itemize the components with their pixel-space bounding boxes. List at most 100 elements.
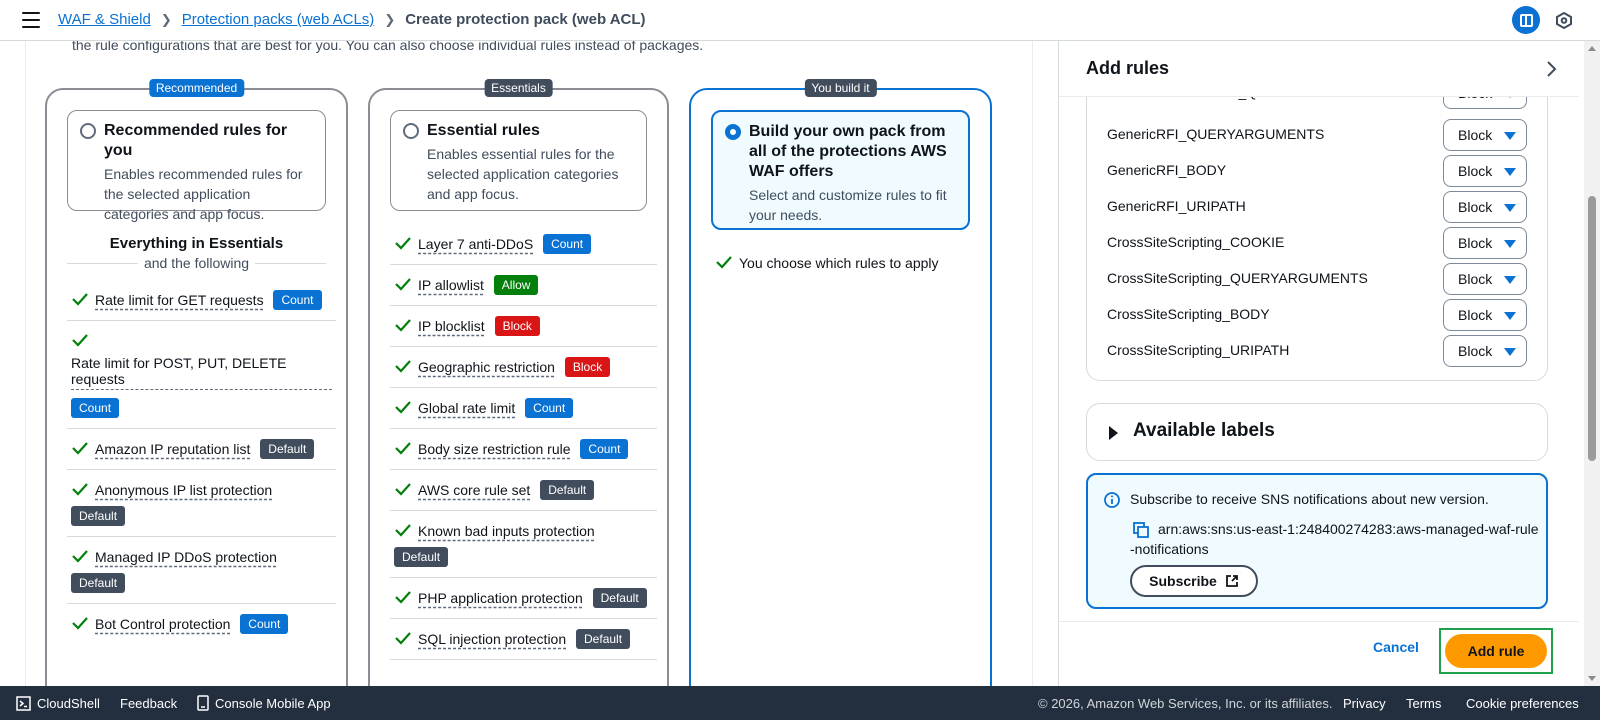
count-tag: Count [580, 439, 629, 459]
feature-name[interactable]: Bot Control protection [95, 616, 230, 632]
default-tag: Default [260, 439, 315, 459]
breadcrumb: WAF & Shield ❯ Protection packs (web ACL… [58, 11, 646, 28]
rule-row: CrossSiteScripting_COOKIE Block [1107, 225, 1527, 261]
option-description: Enables recommended rules for the select… [104, 166, 303, 222]
feature-name: You choose which rules to apply [739, 255, 939, 271]
feedback-link[interactable]: Feedback [120, 696, 177, 711]
check-icon [395, 632, 411, 645]
rule-action-select[interactable]: Block [1443, 263, 1527, 295]
option-title: Build your own pack from all of the prot… [749, 123, 947, 180]
custom-option-card[interactable]: Build your own pack from all of the prot… [711, 110, 970, 230]
panel-footer-divider [1059, 621, 1579, 622]
rules-list-box: RestrictedExtensions_QUERYARGUMENTS Bloc… [1086, 77, 1548, 381]
subscribe-button[interactable]: Subscribe [1130, 565, 1258, 597]
panel-toggle-icon[interactable] [1512, 6, 1540, 34]
info-icon [1104, 492, 1120, 508]
rule-action-select[interactable]: Block [1443, 227, 1527, 259]
feature-name[interactable]: SQL injection protection [418, 631, 566, 647]
scroll-down-arrow[interactable] [1588, 676, 1596, 681]
check-icon [395, 237, 411, 250]
recommended-radio[interactable] [80, 123, 96, 139]
breadcrumb-protection-packs[interactable]: Protection packs (web ACLs) [182, 11, 375, 28]
caret-right-icon [1109, 426, 1118, 440]
list-item: Layer 7 anti-DDoS Count [390, 224, 657, 265]
scroll-up-arrow[interactable] [1588, 46, 1596, 51]
list-item: Bot Control protection Count [67, 604, 336, 644]
feature-name[interactable]: Body size restriction rule [418, 441, 571, 457]
list-item: Body size restriction rule Count [390, 429, 657, 470]
rule-action-select[interactable]: Block [1443, 335, 1527, 367]
essentials-option-card[interactable]: Essential rules Enables essential rules … [390, 110, 647, 211]
caret-down-icon [1504, 204, 1516, 212]
check-icon [395, 591, 411, 604]
console-mobile-app-link[interactable]: Console Mobile App [215, 696, 331, 711]
check-icon [72, 334, 88, 347]
essentials-heading: Everything in Essentials and the followi… [67, 235, 327, 271]
check-icon [395, 483, 411, 496]
feature-name[interactable]: Amazon IP reputation list [95, 441, 250, 457]
feature-name[interactable]: PHP application protection [418, 590, 583, 606]
allow-tag: Allow [493, 275, 539, 295]
cloudshell-icon[interactable] [16, 696, 31, 711]
count-tag: Count [273, 290, 322, 310]
count-tag: Count [71, 398, 120, 418]
rule-action-select[interactable]: Block [1443, 299, 1527, 331]
feature-name[interactable]: AWS core rule set [418, 482, 530, 498]
rule-action-select[interactable]: Block [1443, 155, 1527, 187]
essentials-radio[interactable] [403, 123, 419, 139]
recommended-option-card[interactable]: Recommended rules for you Enables recomm… [67, 110, 326, 222]
sns-info-alert: Subscribe to receive SNS notifications a… [1086, 473, 1548, 609]
list-item: Managed IP DDoS protection Default [67, 537, 336, 604]
rule-action-select[interactable]: Block [1443, 191, 1527, 223]
available-labels-expander[interactable]: Available labels [1086, 403, 1548, 461]
breadcrumb-waf-shield[interactable]: WAF & Shield [58, 11, 151, 28]
caret-down-icon [1504, 348, 1516, 356]
feature-name[interactable]: Layer 7 anti-DDoS [418, 236, 533, 252]
chevron-right-icon[interactable] [1541, 59, 1561, 79]
check-icon [395, 524, 411, 537]
feature-name[interactable]: IP allowlist [418, 277, 484, 293]
feature-name[interactable]: Geographic restriction [418, 359, 555, 375]
feature-name[interactable]: Rate limit for GET requests [95, 292, 264, 308]
essentials-badge: Essentials [484, 79, 553, 97]
feature-name[interactable]: Rate limit for POST, PUT, DELETE request… [71, 355, 332, 390]
feature-name[interactable]: IP blocklist [418, 318, 485, 334]
default-tag: Default [71, 506, 126, 526]
scroll-thumb[interactable] [1588, 196, 1596, 461]
option-title: Recommended rules for you [104, 122, 288, 159]
terms-link[interactable]: Terms [1406, 696, 1441, 711]
cookie-preferences-link[interactable]: Cookie preferences [1466, 696, 1579, 711]
rule-name: CrossSiteScripting_COOKIE [1107, 234, 1285, 250]
scrollbar[interactable] [1584, 41, 1600, 686]
feature-name[interactable]: Global rate limit [418, 400, 515, 416]
list-item: SQL injection protection Default [390, 619, 657, 660]
check-icon [72, 293, 88, 306]
hexagon-settings-icon[interactable] [1550, 6, 1578, 34]
rule-action-value: Block [1458, 199, 1493, 215]
custom-radio[interactable] [725, 124, 741, 140]
count-tag: Count [543, 234, 592, 254]
mobile-app-icon[interactable] [197, 695, 209, 711]
cloudshell-link[interactable]: CloudShell [37, 696, 100, 711]
feature-name[interactable]: Managed IP DDoS protection [95, 549, 277, 565]
custom-column: You build it Build your own pack from al… [689, 79, 992, 686]
rule-action-value: Block [1458, 271, 1493, 287]
block-tag: Block [494, 316, 540, 336]
default-tag: Default [540, 480, 595, 500]
default-tag: Default [592, 588, 647, 608]
privacy-link[interactable]: Privacy [1343, 696, 1386, 711]
list-item: Geographic restriction Block [390, 347, 657, 388]
list-item: Rate limit for POST, PUT, DELETE request… [67, 321, 336, 429]
rule-action-value: Block [1458, 127, 1493, 143]
cancel-button[interactable]: Cancel [1373, 639, 1419, 655]
add-rule-button[interactable]: Add rule [1445, 634, 1547, 668]
feature-name[interactable]: Anonymous IP list protection [95, 482, 272, 498]
feature-name[interactable]: Known bad inputs protection [418, 523, 595, 539]
subscribe-label: Subscribe [1149, 573, 1217, 589]
list-item: Amazon IP reputation list Default [67, 429, 336, 470]
check-icon [716, 256, 732, 269]
menu-icon[interactable] [22, 12, 40, 28]
count-tag: Count [240, 614, 289, 634]
default-tag: Default [394, 547, 449, 567]
rule-action-select[interactable]: Block [1443, 119, 1527, 151]
